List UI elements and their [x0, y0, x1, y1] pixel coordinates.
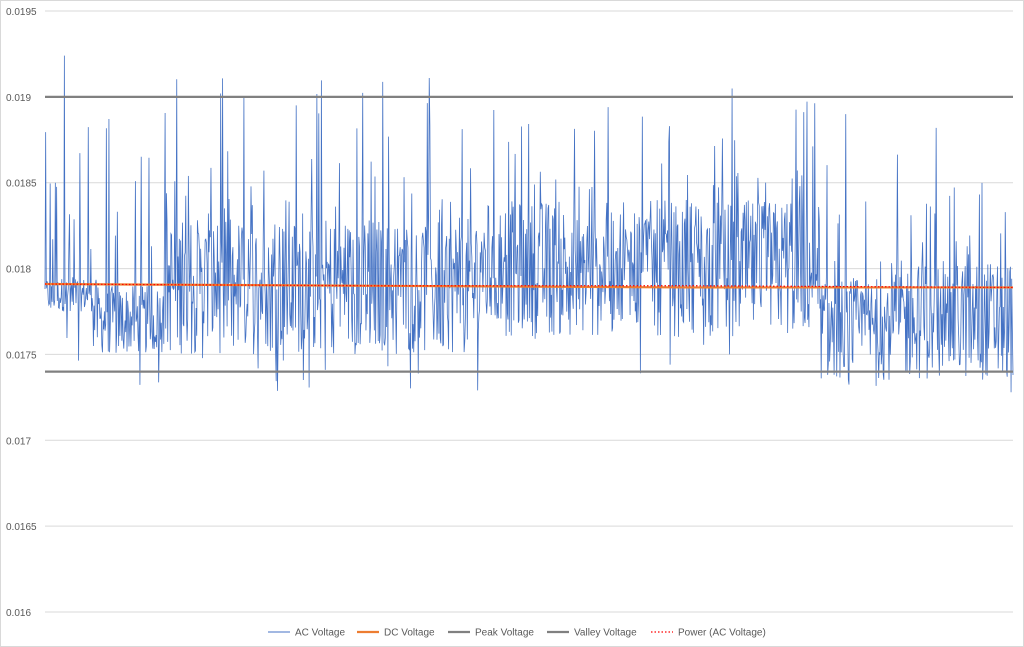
- y-tick-label: 0.019: [6, 93, 31, 104]
- legend-label: Valley Voltage: [574, 628, 637, 639]
- line-chart: 0.016 0.0165 0.017 0.0175 0.018 0.0185 0.019 0.…: [6, 7, 1014, 639]
- legend-label: DC Voltage: [384, 628, 435, 639]
- legend: AC Voltage DC Voltage Peak Voltage Valley V…: [268, 628, 766, 639]
- y-tick-label: 0.0195: [6, 7, 37, 18]
- y-tick-label: 0.0165: [6, 522, 37, 533]
- ac-voltage-line: [44, 55, 1014, 393]
- series-ac-voltage: [44, 55, 1014, 393]
- y-tick-label: 0.016: [6, 608, 31, 619]
- y-tick-label: 0.017: [6, 436, 31, 447]
- y-tick-label: 0.0175: [6, 350, 37, 361]
- legend-label: Peak Voltage: [475, 628, 534, 639]
- y-tick-label: 0.0185: [6, 179, 37, 190]
- legend-label: Power (AC Voltage): [678, 628, 766, 639]
- legend-label: AC Voltage: [295, 628, 345, 639]
- y-axis-tick-labels: 0.016 0.0165 0.017 0.0175 0.018 0.0185 0.019 0.…: [6, 7, 37, 619]
- y-tick-label: 0.018: [6, 265, 31, 276]
